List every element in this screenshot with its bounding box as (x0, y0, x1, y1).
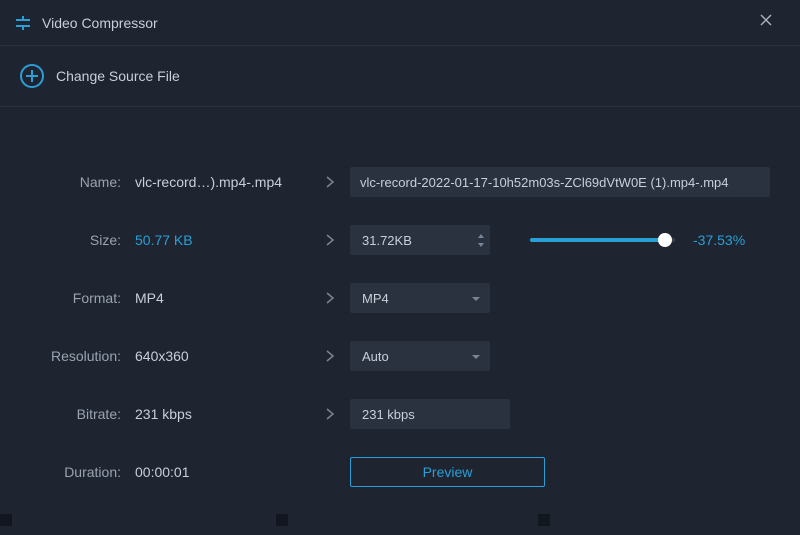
spinner-down-icon[interactable] (476, 241, 486, 249)
close-button[interactable] (752, 10, 780, 35)
format-selected: MP4 (362, 291, 389, 306)
app-title: Video Compressor (42, 15, 158, 31)
bitrate-label: Bitrate: (25, 406, 135, 422)
chevron-right-icon (310, 407, 350, 421)
resolution-field: Auto (350, 341, 490, 371)
format-dropdown[interactable]: MP4 (350, 283, 490, 313)
slider-area: -37.53% (530, 232, 745, 248)
duration-label: Duration: (25, 464, 135, 480)
name-value: vlc-record…).mp4-.mp4 (135, 174, 310, 190)
size-slider[interactable] (530, 238, 675, 242)
slider-thumb[interactable] (658, 233, 672, 247)
resolution-label: Resolution: (25, 348, 135, 364)
add-icon[interactable] (20, 64, 44, 88)
name-label: Name: (25, 174, 135, 190)
chevron-down-icon (470, 291, 482, 306)
row-size: Size: 50.77 KB 31.72KB (25, 225, 775, 255)
titlebar: Video Compressor (0, 0, 800, 46)
format-label: Format: (25, 290, 135, 306)
resolution-value: 640x360 (135, 348, 310, 364)
chevron-right-icon (310, 233, 350, 247)
change-source-label[interactable]: Change Source File (56, 68, 180, 84)
change-source-bar: Change Source File (0, 46, 800, 107)
slider-fill (530, 238, 668, 242)
chevron-right-icon (310, 291, 350, 305)
size-target-value: 31.72KB (362, 233, 412, 248)
row-resolution: Resolution: 640x360 Auto (25, 341, 775, 371)
chevron-right-icon (310, 349, 350, 363)
resolution-selected: Auto (362, 349, 389, 364)
duration-value: 00:00:01 (135, 464, 310, 480)
chevron-right-icon (310, 175, 350, 189)
size-percent: -37.53% (693, 232, 745, 248)
resolution-dropdown[interactable]: Auto (350, 341, 490, 371)
bitrate-value: 231 kbps (135, 406, 310, 422)
size-value: 50.77 KB (135, 232, 310, 248)
spinner-buttons (476, 232, 486, 249)
format-value: MP4 (135, 290, 310, 306)
size-label: Size: (25, 232, 135, 248)
filename-input[interactable] (350, 167, 770, 197)
name-field (350, 167, 770, 197)
compressor-icon (14, 14, 32, 32)
size-spinner[interactable]: 31.72KB (350, 225, 490, 255)
bitrate-field (350, 399, 510, 429)
row-format: Format: MP4 MP4 (25, 283, 775, 313)
chevron-down-icon (470, 349, 482, 364)
row-name: Name: vlc-record…).mp4-.mp4 (25, 167, 775, 197)
format-field: MP4 (350, 283, 490, 313)
size-target-field: 31.72KB (350, 225, 490, 255)
row-bitrate: Bitrate: 231 kbps (25, 399, 775, 429)
form: Name: vlc-record…).mp4-.mp4 Size: 50.77 … (0, 107, 800, 535)
spinner-up-icon[interactable] (476, 232, 486, 240)
preview-field: Preview (350, 457, 545, 487)
row-duration: Duration: 00:00:01 Preview (25, 457, 775, 487)
titlebar-left: Video Compressor (14, 14, 158, 32)
bitrate-input[interactable] (350, 399, 510, 429)
preview-button[interactable]: Preview (350, 457, 545, 487)
bottom-strip (0, 514, 800, 526)
